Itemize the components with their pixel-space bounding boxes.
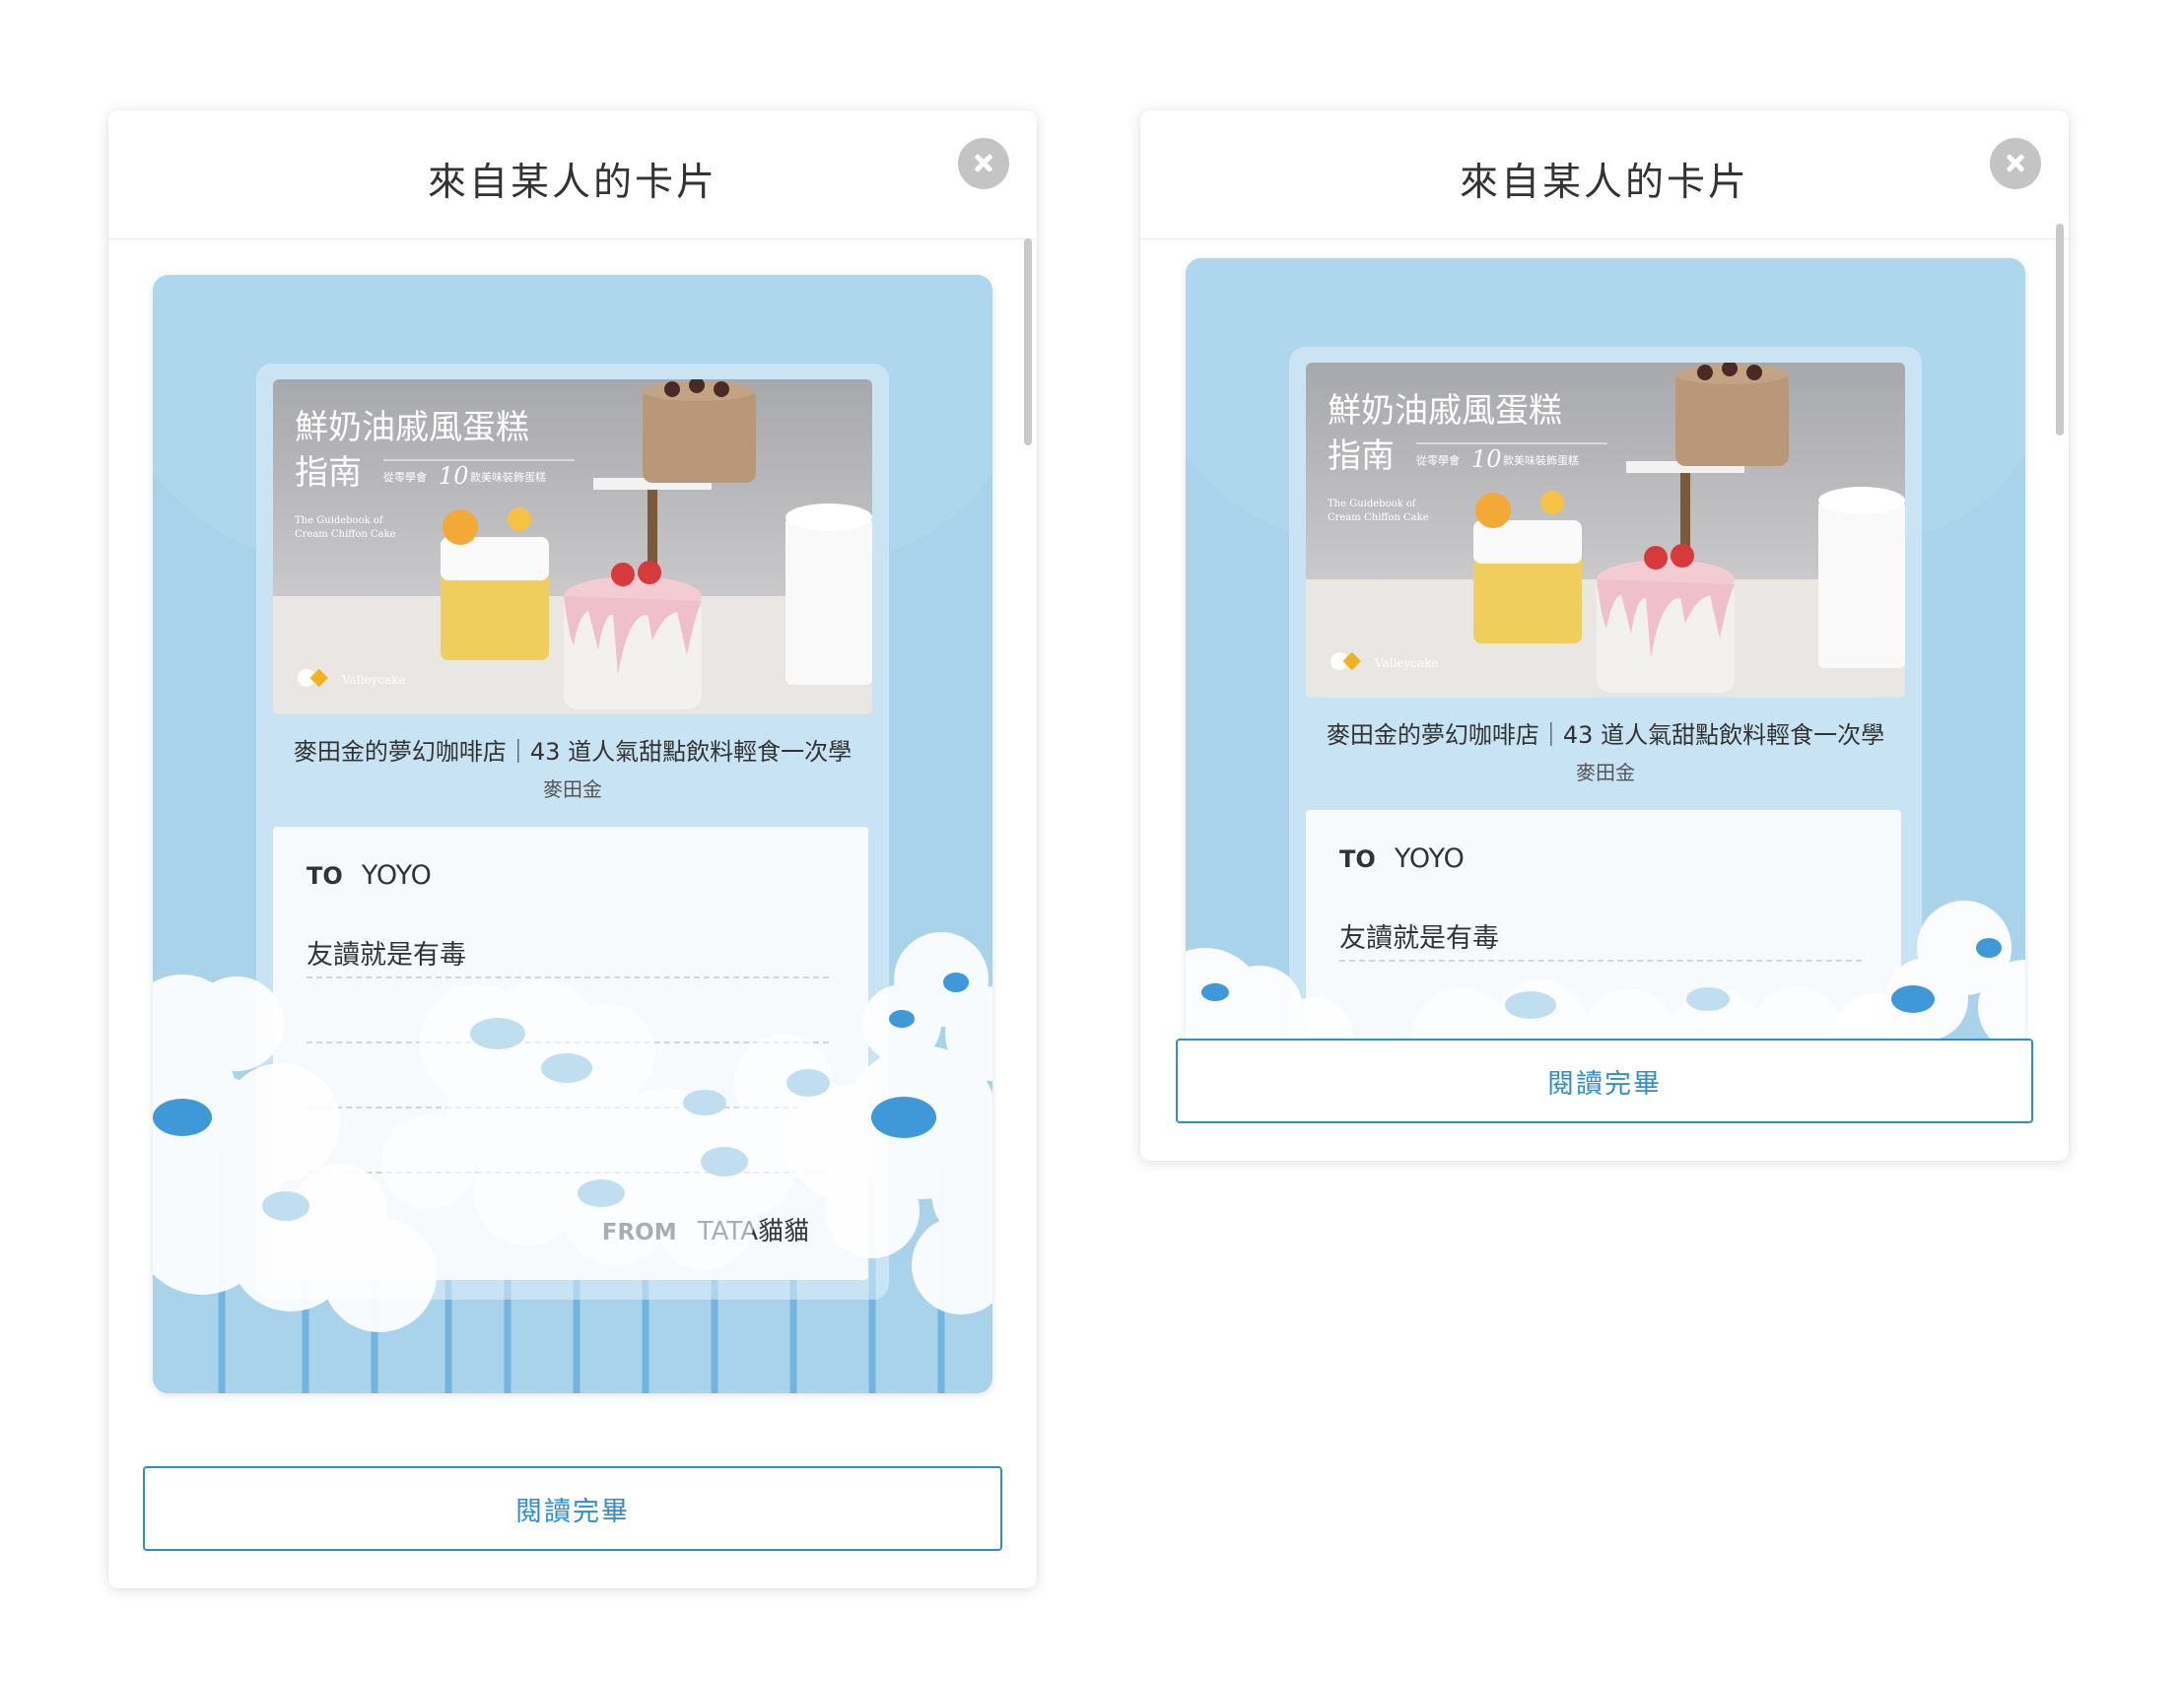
cover-subtitle-number: 10 bbox=[1471, 445, 1502, 473]
close-icon[interactable] bbox=[958, 138, 1009, 189]
modal-header: 來自某人的卡片 bbox=[108, 110, 1037, 239]
cover-title-line2: 指南 bbox=[295, 453, 362, 493]
cover-title: 鮮奶油戚風蛋糕 bbox=[1328, 391, 1562, 431]
book-cover[interactable]: 鮮奶油戚風蛋糕 指南 從零學會 10 款美味裝飾蛋糕 The Guidebook… bbox=[1306, 363, 1905, 698]
to-label: TO bbox=[1339, 845, 1376, 873]
recipient-name: YOYO bbox=[361, 860, 432, 891]
card-message: 友讀就是有毒 bbox=[1339, 923, 1499, 954]
modal-body[interactable]: 鮮奶油戚風蛋糕 指南 從零學會 10 款美味裝飾蛋糕 The Guidebook… bbox=[108, 239, 1037, 1535]
scrollbar[interactable] bbox=[2056, 224, 2064, 436]
card-message: 友讀就是有毒 bbox=[307, 940, 466, 971]
gift-card-modal: 來自某人的卡片 鮮奶油戚風蛋糕 指南 從零學會 10 款美味裝飾蛋糕 The G… bbox=[108, 110, 1037, 1588]
cover-subtitle-post: 款美味裝飾蛋糕 bbox=[1503, 453, 1579, 467]
book-cover[interactable]: 鮮奶油戚風蛋糕 指南 從零學會 10 款美味裝飾蛋糕 The Guidebook… bbox=[273, 379, 872, 714]
cover-title-line2: 指南 bbox=[1328, 437, 1395, 476]
finish-reading-button[interactable]: 閱讀完畢 bbox=[143, 1466, 1002, 1551]
message-panel: TO YOYO 友讀就是有毒 FROM TATA貓貓 bbox=[273, 827, 868, 1280]
cover-subtitle-pre: 從零學會 bbox=[383, 470, 427, 484]
cover-title: 鮮奶油戚風蛋糕 bbox=[295, 408, 529, 447]
gift-card: 鮮奶油戚風蛋糕 指南 從零學會 10 款美味裝飾蛋糕 The Guidebook… bbox=[1186, 258, 2025, 1113]
scrollbar[interactable] bbox=[1024, 238, 1032, 445]
message-line bbox=[307, 1042, 829, 1043]
sender-name: TATA貓貓 bbox=[697, 1217, 809, 1246]
card-inner-panel: 鮮奶油戚風蛋糕 指南 從零學會 10 款美味裝飾蛋糕 The Guidebook… bbox=[1289, 347, 1922, 1113]
cover-brand: Valleycake bbox=[1374, 656, 1439, 670]
finish-reading-button[interactable]: 閱讀完畢 bbox=[1176, 1039, 2033, 1123]
gift-card-modal: 來自某人的卡片 鮮奶油戚風蛋糕 指南 從零學會 10 款美味裝飾蛋糕 The G… bbox=[1140, 110, 2069, 1161]
cover-en-line1: The Guidebook of bbox=[295, 515, 384, 526]
sender-row: FROM TATA貓貓 bbox=[602, 1211, 809, 1247]
recipient-name: YOYO bbox=[1394, 843, 1465, 874]
close-icon[interactable] bbox=[1990, 138, 2041, 189]
message-line bbox=[1339, 960, 1862, 962]
modal-title: 來自某人的卡片 bbox=[1459, 161, 1749, 205]
cover-en-line2: Cream Chiffon Cake bbox=[295, 529, 396, 540]
cover-subtitle-number: 10 bbox=[439, 462, 469, 490]
message-line bbox=[307, 1107, 829, 1109]
cover-en-line2: Cream Chiffon Cake bbox=[1328, 512, 1429, 523]
modal-header: 來自某人的卡片 bbox=[1140, 110, 2069, 239]
to-label: TO bbox=[307, 862, 343, 890]
recipient-row: TO YOYO bbox=[1339, 843, 1465, 874]
book-author: 麥田金 bbox=[543, 777, 602, 801]
gift-card: 鮮奶油戚風蛋糕 指南 從零學會 10 款美味裝飾蛋糕 The Guidebook… bbox=[153, 275, 992, 1393]
cover-en-line1: The Guidebook of bbox=[1328, 499, 1417, 509]
recipient-row: TO YOYO bbox=[307, 860, 432, 891]
cover-subtitle-pre: 從零學會 bbox=[1416, 453, 1460, 467]
book-title: 麥田金的夢幻咖啡店｜43 道人氣甜點飲料輕食一次學 bbox=[1326, 721, 1885, 749]
book-author: 麥田金 bbox=[1576, 761, 1635, 784]
from-label: FROM bbox=[601, 1220, 677, 1245]
message-line bbox=[307, 976, 829, 978]
card-inner-panel: 鮮奶油戚風蛋糕 指南 從零學會 10 款美味裝飾蛋糕 The Guidebook… bbox=[256, 364, 889, 1300]
book-title: 麥田金的夢幻咖啡店｜43 道人氣甜點飲料輕食一次學 bbox=[293, 738, 853, 766]
cover-subtitle-post: 款美味裝飾蛋糕 bbox=[470, 470, 546, 484]
modal-body[interactable]: 鮮奶油戚風蛋糕 指南 從零學會 10 款美味裝飾蛋糕 The Guidebook… bbox=[1140, 239, 2069, 1113]
message-line bbox=[307, 1172, 829, 1174]
modal-title: 來自某人的卡片 bbox=[427, 161, 717, 205]
cover-brand: Valleycake bbox=[341, 673, 406, 687]
